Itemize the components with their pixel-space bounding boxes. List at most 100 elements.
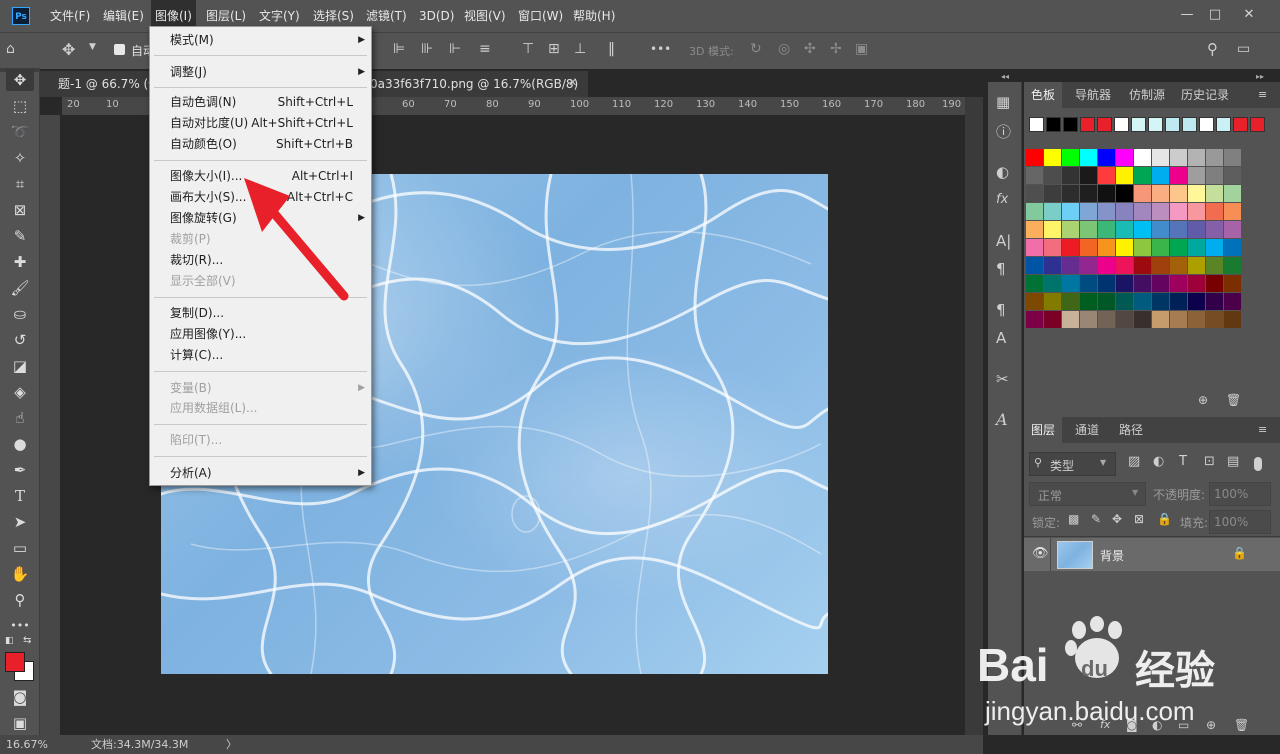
color-swatch[interactable] (1224, 257, 1241, 274)
color-swatch[interactable] (1044, 311, 1061, 328)
character-styles-icon[interactable]: A (996, 329, 1006, 347)
color-swatch[interactable] (1026, 167, 1043, 184)
paragraph-icon[interactable]: ¶ (996, 260, 1006, 278)
eraser-tool-icon[interactable]: ◪ (6, 355, 34, 377)
color-swatch[interactable] (1206, 203, 1223, 220)
color-swatch[interactable] (1116, 275, 1133, 292)
recent-swatch[interactable] (1080, 117, 1095, 132)
collapse-panels-icon[interactable]: ▸▸ (1256, 72, 1264, 81)
color-swatch[interactable] (1134, 203, 1151, 220)
color-swatch[interactable] (1062, 293, 1079, 310)
tool-presets-icon[interactable]: ✂ (996, 370, 1009, 388)
lasso-tool-icon[interactable]: ➰ (6, 121, 34, 143)
3d-rotate-icon[interactable]: ↻ (750, 41, 762, 57)
tab-history[interactable]: 历史记录 (1174, 82, 1236, 108)
layer-name[interactable]: 背景 (1100, 547, 1124, 564)
color-swatch[interactable] (1188, 149, 1205, 166)
menu-item-duplicate[interactable]: 复制(D)... (170, 303, 224, 324)
align-right-icon[interactable]: ⊩ (449, 41, 461, 57)
color-swatch[interactable] (1080, 275, 1097, 292)
color-swatch[interactable] (1206, 239, 1223, 256)
zoom-tool-icon[interactable]: ⚲ (6, 589, 34, 611)
glyphs-icon[interactable]: A (996, 410, 1008, 429)
color-swatch[interactable] (1224, 167, 1241, 184)
lock-artboard-icon[interactable]: ⊠ (1134, 512, 1144, 526)
blend-mode-select[interactable]: 正常 ▼ (1029, 482, 1146, 506)
color-swatch[interactable] (1116, 203, 1133, 220)
lock-icon[interactable]: 🔒 (1232, 546, 1247, 560)
color-swatch[interactable] (1206, 185, 1223, 202)
fill-field[interactable]: 100% (1209, 510, 1271, 534)
color-swatch[interactable] (1098, 257, 1115, 274)
minimize-button[interactable]: — (1172, 4, 1202, 26)
color-swatch[interactable] (1206, 257, 1223, 274)
color-swatch[interactable] (1188, 257, 1205, 274)
new-swatch-icon[interactable]: ⊕ (1198, 393, 1208, 407)
paint-bucket-tool-icon[interactable]: ◈ (6, 381, 34, 403)
distribute-bottom-icon[interactable]: ⊥ (574, 41, 586, 57)
properties-icon[interactable]: ▦ (996, 93, 1010, 111)
paragraph-styles-icon[interactable]: ¶ (996, 301, 1006, 319)
recent-swatch[interactable] (1131, 117, 1146, 132)
color-swatch[interactable] (1044, 167, 1061, 184)
color-swatch[interactable] (1062, 257, 1079, 274)
color-swatch[interactable] (1188, 203, 1205, 220)
more-options-icon[interactable]: ••• (650, 42, 671, 56)
menu-item-mode[interactable]: 模式(M) (170, 30, 214, 51)
adjustments-icon[interactable]: ◐ (996, 163, 1009, 181)
color-swatch[interactable] (1170, 311, 1187, 328)
hand-tool-icon[interactable]: ✋ (6, 563, 34, 585)
info-icon[interactable]: ⓘ (996, 121, 1011, 142)
color-swatch[interactable] (1170, 239, 1187, 256)
workspace-icon[interactable]: ▭ (1237, 41, 1250, 57)
color-swatch[interactable] (1098, 275, 1115, 292)
color-swatch[interactable] (1188, 221, 1205, 238)
align-left-icon[interactable]: ⊫ (393, 41, 405, 57)
color-swatch[interactable] (1026, 311, 1043, 328)
color-swatch[interactable] (1152, 185, 1169, 202)
color-swatch[interactable] (1026, 239, 1043, 256)
menu-item-analysis[interactable]: 分析(A) (170, 463, 212, 484)
tab-swatches[interactable]: 色板 (1024, 82, 1063, 108)
clone-stamp-tool-icon[interactable]: ⛀ (6, 303, 34, 325)
recent-swatch[interactable] (1148, 117, 1163, 132)
color-swatch[interactable] (1080, 293, 1097, 310)
color-swatch[interactable] (1134, 257, 1151, 274)
3d-scale-icon[interactable]: ▣ (855, 41, 868, 57)
3d-pan-icon[interactable]: ✣ (804, 41, 816, 57)
color-swatch[interactable] (1098, 203, 1115, 220)
color-swatch[interactable] (1206, 167, 1223, 184)
edit-toolbar-icon[interactable]: ••• (6, 615, 34, 637)
delete-swatch-icon[interactable]: 🗑 (1226, 393, 1241, 407)
color-swatch[interactable] (1152, 203, 1169, 220)
filter-type-icon[interactable]: T (1179, 454, 1187, 469)
color-swatch[interactable] (1062, 185, 1079, 202)
color-swatch[interactable] (1152, 221, 1169, 238)
color-swatch[interactable] (1152, 293, 1169, 310)
recent-swatch[interactable] (1063, 117, 1078, 132)
history-brush-tool-icon[interactable]: ↺ (6, 329, 34, 351)
filter-adjustment-icon[interactable]: ◐ (1153, 454, 1164, 469)
maximize-button[interactable]: □ (1200, 4, 1230, 26)
filter-shape-icon[interactable]: ⊡ (1204, 454, 1215, 469)
close-button[interactable]: ✕ (1234, 4, 1264, 26)
color-swatch[interactable] (1116, 185, 1133, 202)
color-swatch[interactable] (1098, 149, 1115, 166)
menu-item-calculations[interactable]: 计算(C)... (170, 345, 223, 366)
align-top-icon[interactable]: ≡ (479, 41, 491, 57)
color-swatch[interactable] (1224, 311, 1241, 328)
color-swatch[interactable] (1188, 293, 1205, 310)
recent-swatch[interactable] (1199, 117, 1214, 132)
smudge-tool-icon[interactable]: ☝ (6, 407, 34, 429)
color-swatch[interactable] (1224, 275, 1241, 292)
lock-image-icon[interactable]: ✎ (1091, 512, 1101, 526)
color-swatch[interactable] (1116, 257, 1133, 274)
color-swatch[interactable] (1062, 311, 1079, 328)
tab-clone-source[interactable]: 仿制源 (1122, 82, 1172, 108)
opacity-field[interactable]: 100% (1209, 482, 1271, 506)
color-swatch[interactable] (1116, 167, 1133, 184)
color-swatch[interactable] (1116, 221, 1133, 238)
filter-pixel-icon[interactable]: ▨ (1128, 454, 1140, 469)
dodge-tool-icon[interactable]: ● (6, 433, 34, 455)
color-swatch[interactable] (1134, 239, 1151, 256)
